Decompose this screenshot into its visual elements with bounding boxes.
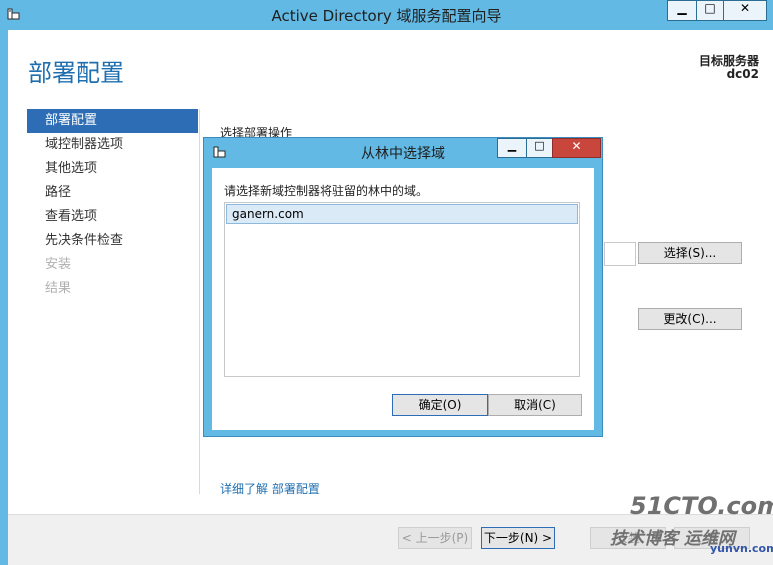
nav-item-prerequisites[interactable]: 先决条件检查 xyxy=(27,229,198,253)
page-title: 部署配置 xyxy=(28,59,124,87)
dialog-minimize-button[interactable]: ▁ xyxy=(497,138,527,158)
close-icon: ✕ xyxy=(739,1,751,15)
dialog-maximize-button[interactable]: □ xyxy=(526,138,553,158)
maximize-icon: □ xyxy=(704,1,716,15)
nav-divider xyxy=(199,109,200,494)
domain-field[interactable] xyxy=(604,242,636,266)
watermark: 51CTO.com 技术博客 运维网 yunvn.com xyxy=(610,492,773,558)
maximize-button[interactable]: □ xyxy=(696,0,724,21)
ok-button[interactable]: 确定(O) xyxy=(392,394,488,416)
minimize-button[interactable]: ▁ xyxy=(667,0,697,21)
next-button[interactable]: 下一步(N) > xyxy=(481,527,555,549)
dialog-body: 请选择新域控制器将驻留的林中的域。 ganern.com 确定(O) 取消(C) xyxy=(212,168,594,430)
nav-item-results: 结果 xyxy=(45,281,72,296)
watermark-main: 51CTO.com xyxy=(630,492,773,520)
dialog-prompt: 请选择新域控制器将驻留的林中的域。 xyxy=(224,184,429,198)
maximize-icon: □ xyxy=(534,139,545,152)
select-domain-dialog: 从林中选择域 ▁ □ ✕ 请选择新域控制器将驻留的林中的域。 ganern.co… xyxy=(203,137,603,437)
minimize-icon: ▁ xyxy=(507,139,517,152)
close-button[interactable]: ✕ xyxy=(723,0,767,21)
nav-item-additional-options[interactable]: 其他选项 xyxy=(27,157,198,181)
target-server-name: dc02 xyxy=(726,67,759,81)
close-icon: ✕ xyxy=(571,139,582,153)
select-domain-button[interactable]: 选择(S)... xyxy=(638,242,742,264)
window-title: Active Directory 域服务配置向导 xyxy=(271,7,502,25)
wizard-nav: 部署配置 域控制器选项 其他选项 路径 查看选项 先决条件检查 安装 结果 xyxy=(27,109,198,301)
dialog-close-button[interactable]: ✕ xyxy=(552,138,601,158)
watermark-url: yunvn.com xyxy=(710,542,773,555)
nav-item-review-options[interactable]: 查看选项 xyxy=(27,205,198,229)
dialog-cancel-button[interactable]: 取消(C) xyxy=(488,394,582,416)
window-title-bar[interactable]: Active Directory 域服务配置向导 ▁ □ ✕ xyxy=(0,0,773,30)
nav-item-paths[interactable]: 路径 xyxy=(27,181,198,205)
nav-item-installation: 安装 xyxy=(45,257,72,272)
minimize-icon: ▁ xyxy=(677,1,687,15)
nav-item-deployment-config[interactable]: 部署配置 xyxy=(27,109,198,133)
previous-button[interactable]: < 上一步(P) xyxy=(398,527,472,549)
list-item[interactable]: ganern.com xyxy=(226,204,578,224)
learn-more-link[interactable]: 详细了解 部署配置 xyxy=(220,480,320,497)
change-credentials-button[interactable]: 更改(C)... xyxy=(638,308,742,330)
domain-list[interactable]: ganern.com xyxy=(224,202,580,377)
nav-item-dc-options[interactable]: 域控制器选项 xyxy=(27,133,198,157)
